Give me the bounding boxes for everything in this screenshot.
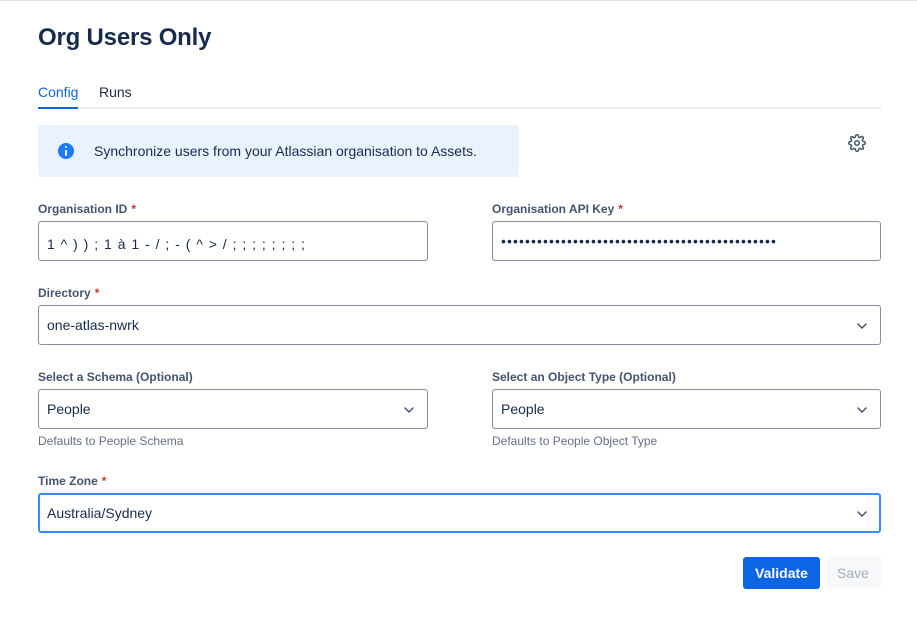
object-type-value: People bbox=[501, 401, 545, 417]
org-id-value: 1 ^ ) ) ; 1 à 1 - / ; - ( ^ > / ; ; ; ; … bbox=[47, 236, 306, 252]
tab-runs[interactable]: Runs bbox=[99, 84, 132, 106]
page-title: Org Users Only bbox=[38, 24, 212, 51]
top-divider bbox=[0, 0, 917, 1]
tab-config[interactable]: Config bbox=[38, 84, 79, 109]
chevron-down-icon bbox=[857, 511, 867, 517]
schema-label: Select a Schema (Optional) bbox=[38, 370, 193, 384]
timezone-select[interactable]: Australia/Sydney bbox=[38, 493, 881, 533]
chevron-down-icon bbox=[857, 323, 867, 329]
org-id-input[interactable]: 1 ^ ) ) ; 1 à 1 - / ; - ( ^ > / ; ; ; ; … bbox=[38, 221, 428, 261]
org-id-label-text: Organisation ID bbox=[38, 202, 128, 216]
timezone-label-text: Time Zone bbox=[38, 474, 98, 488]
object-type-label: Select an Object Type (Optional) bbox=[492, 370, 676, 384]
required-mark: * bbox=[618, 202, 623, 216]
directory-label: Directory * bbox=[38, 286, 99, 300]
schema-value: People bbox=[47, 401, 91, 417]
chevron-down-icon bbox=[404, 407, 414, 413]
info-icon bbox=[58, 143, 74, 159]
timezone-label: Time Zone * bbox=[38, 474, 106, 488]
api-key-value: ••••••••••••••••••••••••••••••••••••••••… bbox=[501, 233, 778, 249]
directory-value: one-atlas-nwrk bbox=[47, 317, 139, 333]
api-key-label: Organisation API Key * bbox=[492, 202, 623, 216]
object-type-helper-text: Defaults to People Object Type bbox=[492, 434, 658, 448]
org-id-label: Organisation ID * bbox=[38, 202, 136, 216]
tab-bar: Config Runs bbox=[38, 84, 881, 109]
gear-icon[interactable] bbox=[848, 134, 866, 152]
required-mark: * bbox=[94, 286, 100, 300]
chevron-down-icon bbox=[857, 407, 867, 413]
schema-select[interactable]: People bbox=[38, 389, 428, 429]
validate-button[interactable]: Validate bbox=[743, 557, 820, 589]
info-banner-text: Synchronize users from your Atlassian or… bbox=[94, 143, 477, 159]
schema-helper-text: Defaults to People Schema bbox=[38, 434, 184, 448]
info-banner: Synchronize users from your Atlassian or… bbox=[38, 125, 519, 177]
required-mark: * bbox=[131, 202, 137, 216]
directory-label-text: Directory bbox=[38, 286, 91, 300]
directory-select[interactable]: one-atlas-nwrk bbox=[38, 305, 881, 345]
timezone-value: Australia/Sydney bbox=[47, 505, 153, 521]
object-type-select[interactable]: People bbox=[492, 389, 881, 429]
api-key-input[interactable]: ••••••••••••••••••••••••••••••••••••••••… bbox=[492, 221, 881, 261]
api-key-label-text: Organisation API Key bbox=[492, 202, 615, 216]
required-mark: * bbox=[101, 474, 107, 488]
save-button[interactable]: Save bbox=[825, 557, 881, 589]
